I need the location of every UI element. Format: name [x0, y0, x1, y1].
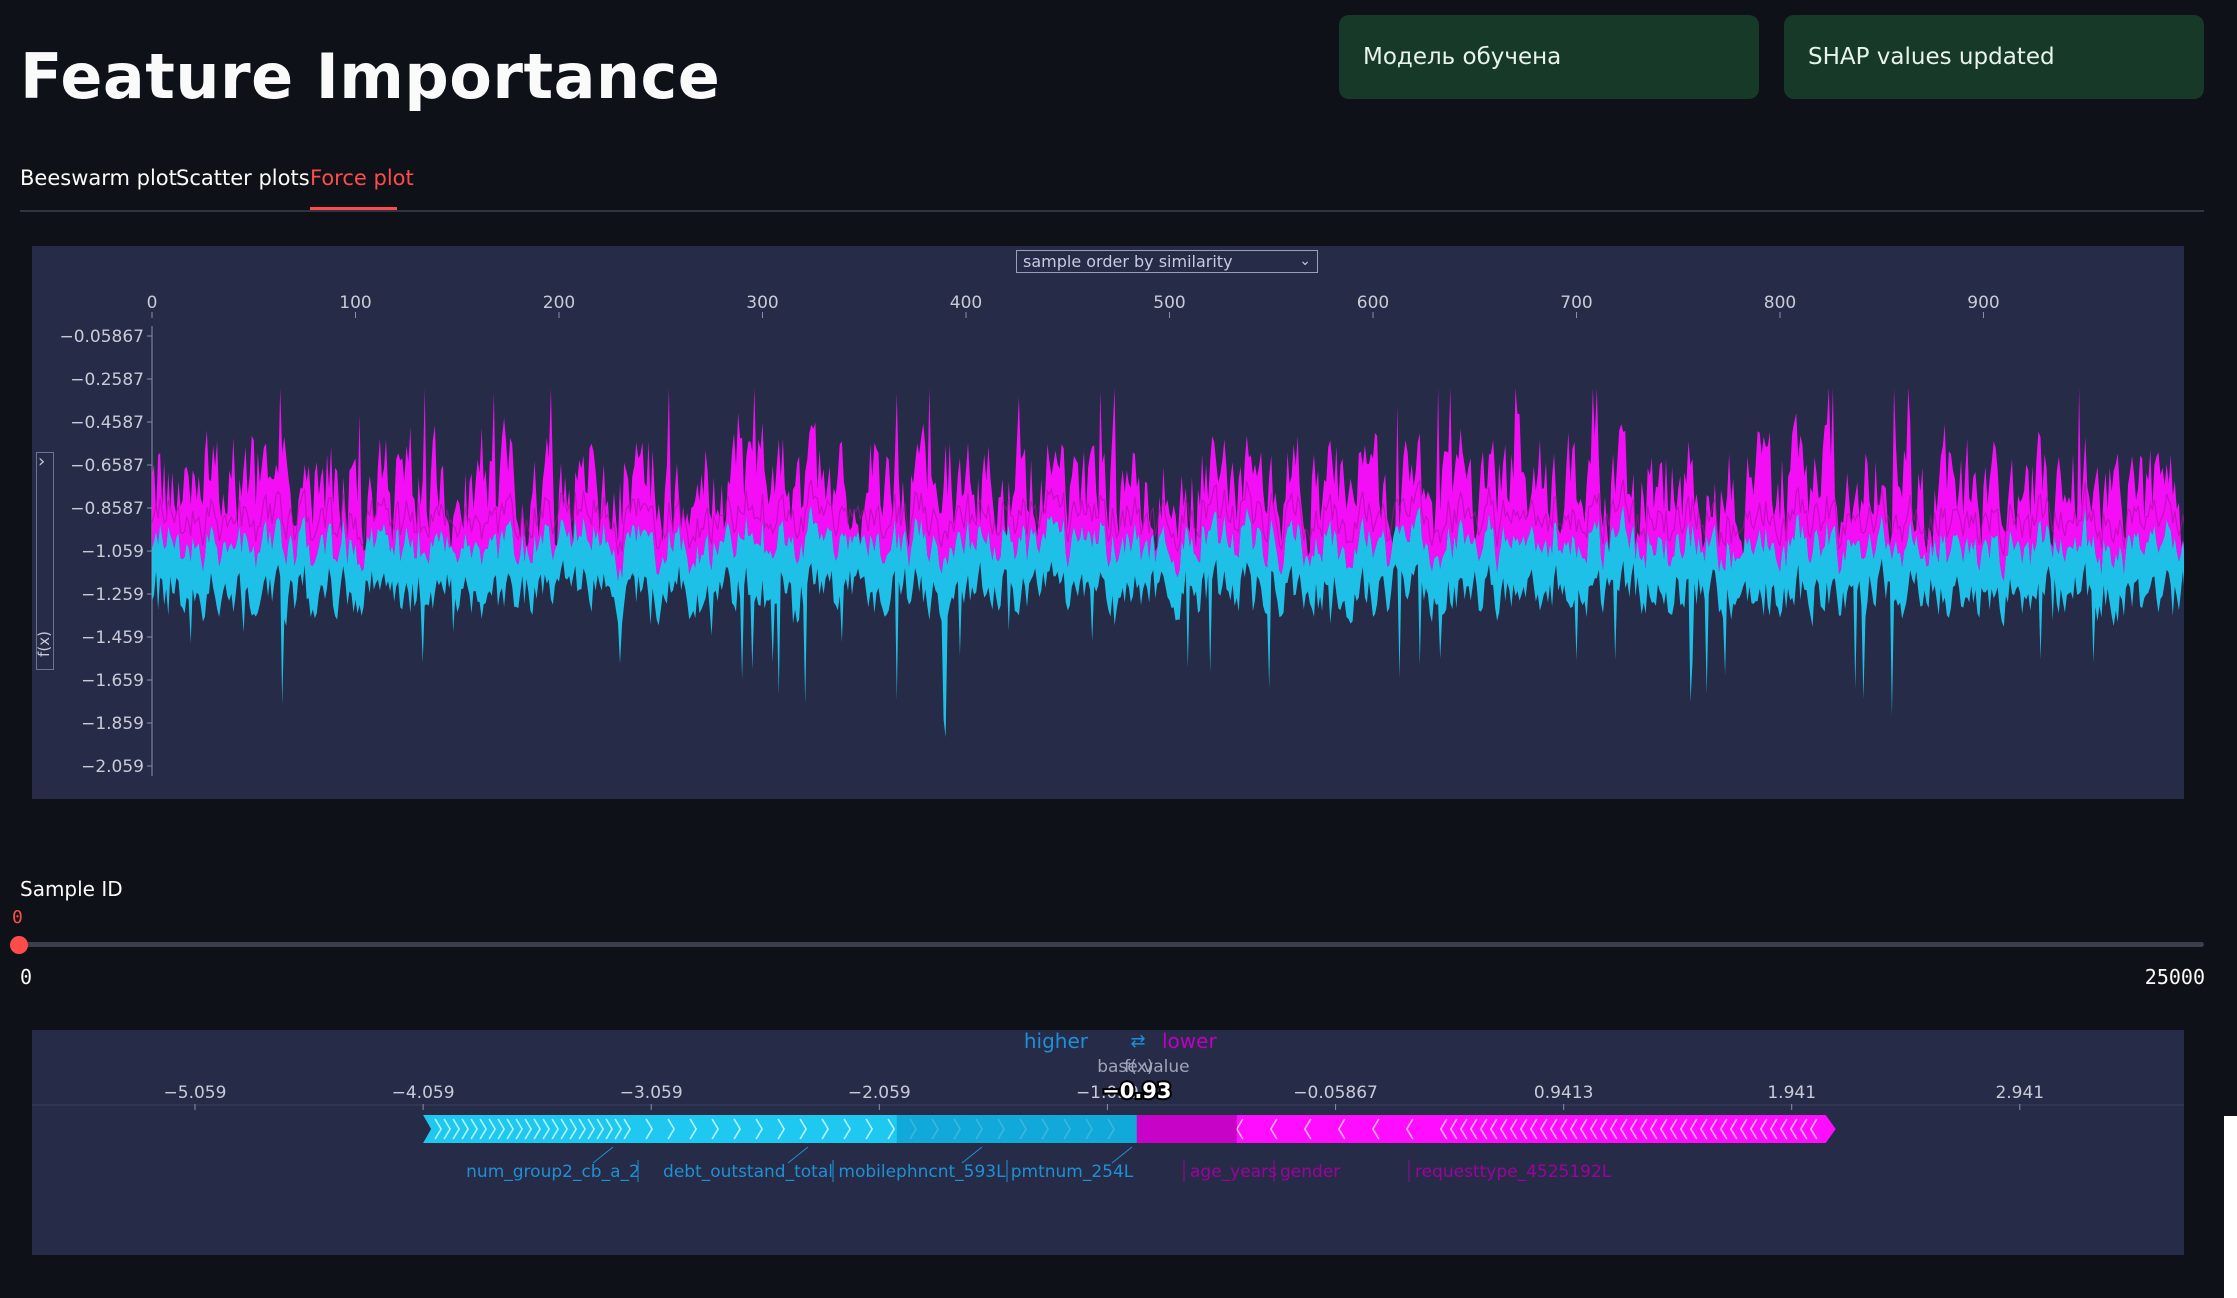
force-array-plot: sample order by similarity ⌄ 0 100 200 300 4…	[32, 246, 2184, 799]
sample-id-label: Sample ID	[20, 877, 123, 901]
x-tick-label: 800	[1764, 293, 1796, 313]
toast-text: SHAP values updated	[1808, 44, 2055, 70]
feature-connector	[787, 1146, 809, 1164]
feature-connector	[961, 1146, 983, 1164]
x-tick-label: 100	[339, 293, 371, 313]
y-tick-label: −0.8587	[70, 499, 144, 519]
y-tick-label: −1.459	[81, 628, 144, 648]
active-tab-indicator	[310, 207, 397, 210]
sample-id-value: 0	[12, 907, 23, 928]
sample-id-slider-track[interactable]	[20, 942, 2204, 947]
feature-label-mobilephncnt_593L: mobilephncnt_593L	[838, 1162, 1006, 1182]
y-tick-label: −0.2587	[70, 370, 144, 390]
x-tick-label: −4.059	[392, 1083, 455, 1103]
y-tick-label: −1.659	[81, 671, 144, 691]
tab-bar: Beeswarm plot Scatter plots Force plot	[20, 150, 2204, 212]
fx-label: f(x)	[1124, 1057, 1153, 1077]
x-tick-label: 700	[1560, 293, 1592, 313]
positive-force-segment	[1136, 1115, 1237, 1143]
x-tick-label: −2.059	[848, 1083, 911, 1103]
y-tick-label: −1.259	[81, 585, 144, 605]
swap-arrows-icon: ⇄	[1130, 1031, 1145, 1052]
feature-label-num_group2_cb_a_2: num_group2_cb_a_2	[466, 1162, 640, 1182]
feature-label-pmtnum_254L: pmtnum_254L	[1011, 1162, 1134, 1182]
y-tick-label: −0.4587	[70, 413, 144, 433]
feature-label-debt_outstand_total: debt_outstand_total	[663, 1162, 833, 1182]
feature-label-gender: gender	[1280, 1162, 1340, 1182]
tab-force-plot[interactable]: Force plot	[310, 166, 414, 190]
y-tick-label: −1.859	[81, 714, 144, 734]
x-tick-label: 0	[147, 293, 158, 313]
x-tick-label: 300	[746, 293, 778, 313]
y-tick-label: −1.059	[81, 542, 144, 562]
feature-label-requesttype_4525192L: requesttype_4525192L	[1415, 1162, 1612, 1182]
force-single-plot: higher ⇄ lower base value f(x) −5.059 −4.059 −3…	[32, 1030, 2184, 1255]
x-tick-label: 600	[1357, 293, 1389, 313]
y-tick-label: −0.6587	[70, 456, 144, 476]
toast-shap-updated: SHAP values updated	[1784, 15, 2204, 99]
x-tick-label: 0.9413	[1534, 1083, 1593, 1103]
x-tick-label: −0.05867	[1293, 1083, 1378, 1103]
toast-model-trained: Модель обучена	[1339, 15, 1759, 99]
x-tick-label: 500	[1153, 293, 1185, 313]
higher-label: higher	[1024, 1030, 1089, 1053]
y-tick-label: −2.059	[81, 757, 144, 777]
lower-label: lower	[1162, 1030, 1217, 1053]
x-tick-label: 200	[543, 293, 575, 313]
tab-scatter-plots[interactable]: Scatter plots	[176, 166, 310, 190]
page-title: Feature Importance	[20, 40, 721, 113]
negative-force-segment	[896, 1115, 1137, 1143]
x-tick-label: −3.059	[620, 1083, 683, 1103]
x-tick-label: 400	[950, 293, 982, 313]
sample-id-slider-thumb[interactable]	[10, 936, 28, 954]
tab-beeswarm-plot[interactable]: Beeswarm plot	[20, 166, 177, 190]
feature-connector	[592, 1146, 614, 1164]
slider-min-label: 0	[20, 965, 33, 989]
feature-connector	[1111, 1146, 1133, 1164]
output-value-label: −0.93	[1102, 1079, 1171, 1103]
feature-label-age_years: age_years	[1190, 1162, 1277, 1182]
chevron-right-icon: ›	[38, 451, 46, 472]
x-tick-label: 900	[1967, 293, 1999, 313]
toast-text: Модель обучена	[1363, 44, 1562, 70]
force-array-chart: 0 100 200 300 400 500 600 700 800 900 −0.05867 −0.2…	[59, 293, 2184, 777]
x-tick-label: 2.941	[1995, 1083, 2044, 1103]
x-tick-label: −5.059	[164, 1083, 227, 1103]
y-tick-label: −0.05867	[59, 327, 144, 347]
slider-max-label: 25000	[2144, 965, 2205, 989]
y-axis-selector[interactable]: › f(x)	[34, 451, 54, 670]
force-single-chart: higher ⇄ lowerbase valuef(x)−5.059 −4.059 −3…	[32, 1030, 2184, 1182]
page-edge	[2224, 1116, 2237, 1298]
y-axis-label: f(x)	[34, 631, 53, 657]
x-tick-label: 1.941	[1767, 1083, 1816, 1103]
